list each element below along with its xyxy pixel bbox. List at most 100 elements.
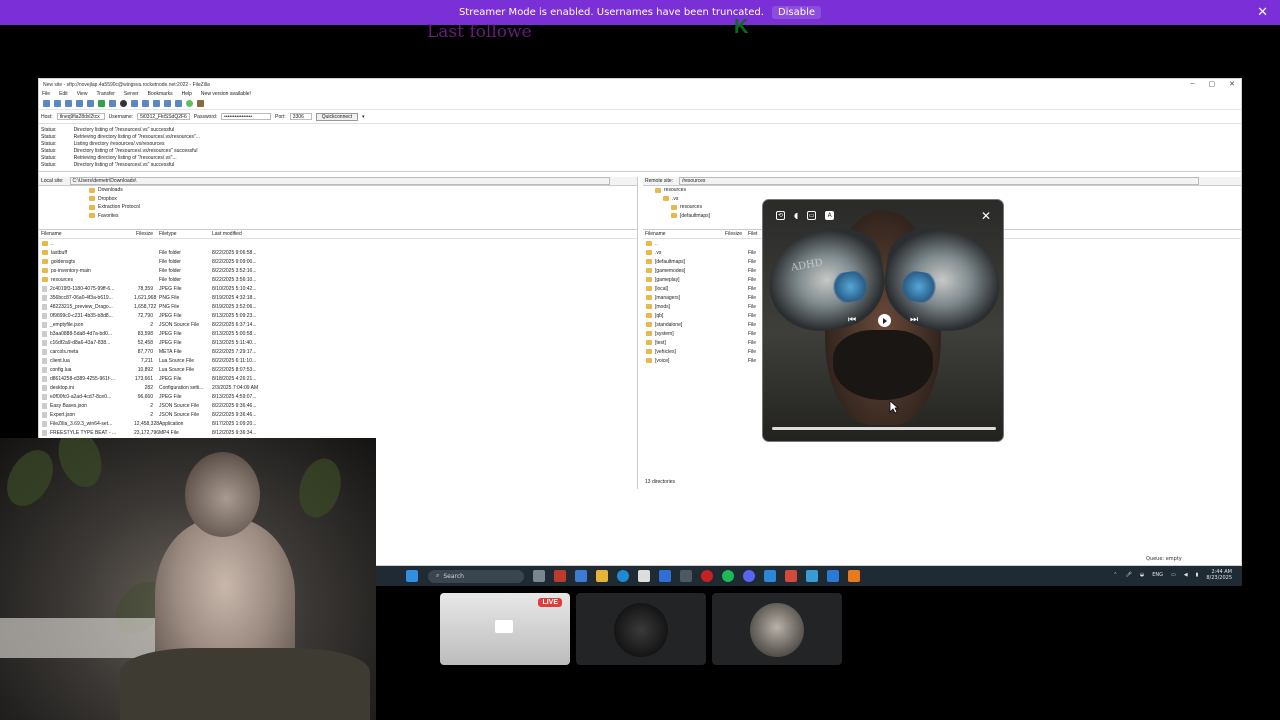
menu-item[interactable]: File bbox=[42, 91, 50, 97]
search-icon[interactable] bbox=[175, 100, 182, 107]
menu-item[interactable]: Transfer bbox=[96, 91, 114, 97]
back-icon[interactable]: ⟲ bbox=[776, 211, 785, 220]
next-track-icon[interactable]: ⏭ bbox=[910, 315, 918, 325]
password-field[interactable]: •••••••••••••••• bbox=[221, 113, 272, 120]
host-field[interactable]: tlneq9fia28dxl2tcx bbox=[56, 113, 105, 120]
play-button[interactable] bbox=[878, 314, 891, 327]
table-row[interactable]: c16df2a9-d8a6-43a7-838... 52,458 JPEG File… bbox=[39, 338, 637, 347]
toggle-tree-icon[interactable] bbox=[65, 100, 72, 107]
disconnect-icon[interactable] bbox=[131, 100, 138, 107]
previous-track-icon[interactable]: ⏮ bbox=[848, 315, 856, 325]
tools-icon[interactable] bbox=[680, 570, 692, 582]
col-filename[interactable]: Filename bbox=[39, 231, 134, 237]
close-icon[interactable]: ✕ bbox=[1257, 5, 1268, 20]
tree-item[interactable]: Extraction Protocol bbox=[89, 203, 637, 212]
menu-item[interactable]: Edit bbox=[59, 91, 68, 97]
tree-item[interactable]: Favorites bbox=[89, 212, 637, 221]
refresh-icon[interactable] bbox=[98, 100, 105, 107]
tree-item[interactable]: resources bbox=[655, 186, 1241, 195]
table-row[interactable]: b3aa0888-5da8-4d7a-bd0... 83,598 JPEG File… bbox=[39, 329, 637, 338]
username-field[interactable]: 5i0312_FktSSdQ2F6 bbox=[137, 113, 190, 120]
table-row[interactable]: carcols.meta 87,770 META File 8/22/2025 7:2… bbox=[39, 347, 637, 356]
menu-item[interactable]: Help bbox=[182, 91, 192, 97]
clock[interactable]: 2:44 AM 8/23/2025 bbox=[1206, 569, 1232, 581]
col-filetype[interactable]: Filetype bbox=[156, 231, 212, 237]
battery-icon[interactable]: ▮ bbox=[1196, 572, 1199, 578]
table-row[interactable]: client.lua 7,211 Lua Source File 8/22/2025 … bbox=[39, 356, 637, 365]
task-view-icon[interactable] bbox=[533, 570, 545, 582]
taskbar-search[interactable]: ⌕ Search bbox=[428, 569, 524, 583]
site-manager-icon[interactable] bbox=[43, 100, 50, 107]
close-icon[interactable]: ✕ bbox=[981, 209, 991, 223]
spotify-icon[interactable] bbox=[722, 570, 734, 582]
menu-item[interactable]: Server bbox=[124, 91, 139, 97]
photos-icon[interactable] bbox=[764, 570, 776, 582]
toggle-log-icon[interactable] bbox=[54, 100, 61, 107]
mic-icon[interactable]: 🎤︎ bbox=[1125, 572, 1131, 578]
table-row[interactable]: 2c4019f3-1180-4075-99ff-6... 78,359 JPEG F… bbox=[39, 284, 637, 293]
chevron-down-icon[interactable]: ▾ bbox=[362, 114, 365, 120]
app2-icon[interactable] bbox=[785, 570, 797, 582]
table-row[interactable]: 48223215_preview_Drago... 1,658,722 PNG Fi… bbox=[39, 302, 637, 311]
language-indicator[interactable]: ENG bbox=[1152, 572, 1163, 578]
table-row[interactable]: FileZilla_3.69.3_win64-set... 12,458,328 A… bbox=[39, 419, 637, 428]
col-filesize[interactable]: Filesize bbox=[134, 231, 156, 237]
process-queue-icon[interactable] bbox=[109, 100, 116, 107]
table-row[interactable]: d8614258-d389-4255-961f-... 173,661 JPEG F… bbox=[39, 374, 637, 383]
tree-item[interactable]: Dropbox bbox=[89, 195, 637, 204]
discord-icon[interactable] bbox=[743, 570, 755, 582]
participant-tile[interactable] bbox=[576, 593, 706, 665]
display-icon[interactable]: ▭ bbox=[1171, 572, 1176, 578]
sync-icon[interactable] bbox=[186, 100, 193, 107]
start-icon[interactable] bbox=[406, 570, 418, 582]
cancel-icon[interactable] bbox=[120, 100, 127, 107]
table-row[interactable]: Expert.json 2 JSON Source File 8/22/2025 9:… bbox=[39, 410, 637, 419]
port-field[interactable]: 3306 bbox=[289, 113, 312, 120]
compare-icon[interactable] bbox=[164, 100, 171, 107]
cast-icon[interactable]: ▭ bbox=[807, 211, 817, 220]
table-row[interactable]: FREESTYLE TYPE BEAT - ... 23,172,796 MP4 F… bbox=[39, 428, 637, 437]
find-icon[interactable] bbox=[197, 100, 204, 107]
table-row[interactable]: 356bcc87-06a0-4f3a-b619... 1,621,968 PNG F… bbox=[39, 293, 637, 302]
maximize-icon[interactable]: ▢ bbox=[1209, 80, 1216, 88]
col-filename-remote[interactable]: Filename bbox=[643, 231, 723, 237]
local-path-field[interactable]: C:\Users\demetr\Downloads\ bbox=[69, 177, 610, 185]
remote-path-field[interactable]: /resources bbox=[679, 177, 1200, 185]
close-window-icon[interactable]: ✕ bbox=[1229, 80, 1235, 88]
app3-icon[interactable] bbox=[806, 570, 818, 582]
screen-share-tile[interactable]: LIVE bbox=[440, 593, 570, 665]
filezilla-icon[interactable] bbox=[554, 570, 566, 582]
volume-icon[interactable]: ◖ bbox=[794, 211, 798, 220]
chevron-up-icon[interactable]: ⌃ bbox=[1113, 572, 1117, 578]
table-row[interactable]: config.lua 10,892 Lua Source File 8/22/2025… bbox=[39, 365, 637, 374]
outlook-icon[interactable] bbox=[659, 570, 671, 582]
minimize-icon[interactable]: – bbox=[1191, 80, 1195, 88]
table-row[interactable]: desktop.ini 282 Configuration setti... 2/3/… bbox=[39, 383, 637, 392]
table-row[interactable]: lastbuff File folder 8/22/2025 9:06:58... bbox=[39, 248, 637, 257]
app4-icon[interactable] bbox=[848, 570, 860, 582]
edge-icon[interactable] bbox=[617, 570, 629, 582]
speaker-icon[interactable]: ◀︎ bbox=[1184, 572, 1188, 578]
tree-item[interactable]: Downloads bbox=[89, 186, 637, 195]
table-row[interactable]: .. bbox=[39, 239, 637, 248]
filter-icon[interactable] bbox=[153, 100, 160, 107]
toggle-queue-icon[interactable] bbox=[87, 100, 94, 107]
table-row[interactable]: Easy Bases.json 2 JSON Source File 8/22/202… bbox=[39, 401, 637, 410]
menu-item[interactable]: Bookmarks bbox=[148, 91, 173, 97]
col-filesize-remote[interactable]: Filesize bbox=[723, 231, 745, 237]
table-row[interactable]: e0f00fc0-a2ad-4cd7-8ce0... 96,660 JPEG Fil… bbox=[39, 392, 637, 401]
store-icon[interactable] bbox=[638, 570, 650, 582]
captions-icon[interactable]: A bbox=[825, 211, 835, 220]
obs-icon[interactable] bbox=[701, 570, 713, 582]
reconnect-icon[interactable] bbox=[142, 100, 149, 107]
app-icon[interactable] bbox=[575, 570, 587, 582]
participant-tile[interactable] bbox=[712, 593, 842, 665]
file-explorer-icon[interactable] bbox=[596, 570, 608, 582]
menu-item[interactable]: New version available! bbox=[201, 91, 251, 97]
table-row[interactable]: ps-inventory-main File folder 8/22/2025 3:… bbox=[39, 266, 637, 275]
quickconnect-button[interactable]: Quickconnect bbox=[315, 112, 359, 121]
table-row[interactable]: goldensgts File folder 8/22/2025 9:09:00..… bbox=[39, 257, 637, 266]
table-row[interactable]: 0f9899c0-c231-4b35-b8d8... 72,790 JPEG Fil… bbox=[39, 311, 637, 320]
table-row[interactable]: resources File folder 8/22/2025 3:56:10... bbox=[39, 275, 637, 284]
table-row[interactable]: _emptyfile.json 2 JSON Source File 8/22/202… bbox=[39, 320, 637, 329]
